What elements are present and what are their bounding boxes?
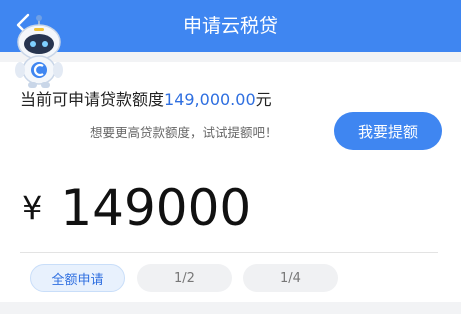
bottom-spacer	[0, 302, 461, 314]
limit-unit: 元	[255, 90, 272, 109]
full-amount-chip[interactable]: 全额申请	[30, 264, 125, 292]
divider	[20, 252, 438, 253]
quarter-amount-chip[interactable]: 1/4	[243, 264, 338, 292]
robot-mascot-icon	[12, 15, 66, 88]
loan-amount-input[interactable]	[60, 179, 421, 237]
loan-amount-row: ¥	[22, 176, 442, 240]
half-amount-chip[interactable]: 1/2	[137, 264, 232, 292]
raise-limit-button[interactable]: 我要提额	[334, 112, 442, 150]
limit-label: 当前可申请贷款额度	[20, 90, 165, 109]
limit-amount: 149,000.00	[164, 90, 256, 109]
currency-symbol: ¥	[22, 189, 43, 227]
raise-hint-text: 想要更高贷款额度，试试提额吧！	[90, 125, 278, 140]
